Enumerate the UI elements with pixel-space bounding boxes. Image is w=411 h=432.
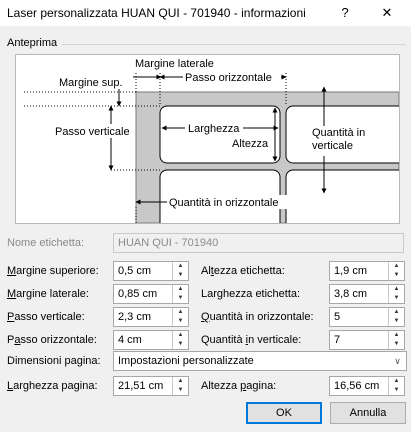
page-width-value: 21,51 cm — [118, 380, 164, 392]
spin-up-icon[interactable]: ▲ — [173, 308, 188, 317]
left-measure-value: 2,3 cm — [118, 311, 152, 323]
vertical-pitch-caption: Passo verticale — [55, 126, 130, 138]
width-caption: Larghezza — [188, 123, 240, 135]
left-measure-stepper[interactable]: ▲ ▼ — [172, 262, 188, 280]
top-margin-caption: Margine sup. — [59, 77, 123, 89]
left-measure-field[interactable]: 2,3 cm ▲ ▼ — [113, 307, 189, 327]
left-measure-label: Passo orizzontale: — [7, 334, 97, 346]
spin-down-icon[interactable]: ▼ — [173, 294, 188, 303]
spin-down-icon[interactable]: ▼ — [389, 317, 404, 326]
spin-down-icon[interactable]: ▼ — [173, 271, 188, 280]
spin-up-icon[interactable]: ▲ — [173, 262, 188, 271]
preview-panel: Margine laterale Margine sup. Passo oriz… — [15, 54, 407, 231]
spin-down-icon[interactable]: ▼ — [389, 340, 404, 349]
spin-down-icon[interactable]: ▼ — [389, 294, 404, 303]
spin-up-icon[interactable]: ▲ — [173, 285, 188, 294]
right-measure-field[interactable]: 3,8 cm ▲ ▼ — [329, 284, 405, 304]
spin-up-icon[interactable]: ▲ — [389, 285, 404, 294]
number-down-caption-2: verticale — [312, 140, 353, 152]
right-measure-stepper[interactable]: ▲ ▼ — [388, 262, 404, 280]
title-bar: Laser personalizzata HUAN QUI - 701940 -… — [0, 0, 411, 26]
page-width-field[interactable]: 21,51 cm ▲ ▼ — [113, 376, 189, 396]
left-measure-value: 0,85 cm — [118, 288, 158, 300]
label-layout-diagram: Margine laterale Margine sup. Passo oriz… — [24, 58, 407, 231]
window-title: Laser personalizzata HUAN QUI - 701940 -… — [7, 6, 306, 20]
right-measure-value: 7 — [334, 334, 341, 346]
page-height-label: Altezza pagina: — [201, 380, 277, 392]
group-divider — [62, 44, 406, 45]
right-measure-label: Quantità in verticale: — [201, 334, 302, 346]
chevron-down-icon[interactable]: ∨ — [389, 352, 406, 370]
page-size-label: Dimensioni pagina: — [7, 355, 101, 367]
left-measure-value: 0,5 cm — [118, 265, 152, 277]
horizontal-pitch-caption: Passo orizzontale — [185, 72, 272, 84]
number-down-caption-1: Quantità in — [312, 127, 365, 139]
right-measure-field[interactable]: 5 ▲ ▼ — [329, 307, 405, 327]
left-measure-label: Margine laterale: — [7, 288, 89, 300]
right-measure-label: Altezza etichetta: — [201, 265, 285, 277]
spin-up-icon[interactable]: ▲ — [389, 262, 404, 271]
spin-up-icon[interactable]: ▲ — [173, 331, 188, 340]
spin-up-icon[interactable]: ▲ — [173, 377, 188, 386]
left-measure-stepper[interactable]: ▲ ▼ — [172, 331, 188, 349]
left-measure-field[interactable]: 4 cm ▲ ▼ — [113, 330, 189, 350]
page-width-stepper[interactable]: ▲ ▼ — [172, 377, 188, 395]
spin-up-icon[interactable]: ▲ — [389, 331, 404, 340]
help-icon[interactable]: ? — [332, 2, 358, 24]
page-width-label: Larghezza pagina: — [7, 380, 98, 392]
cancel-button[interactable]: Annulla — [330, 402, 406, 424]
spin-down-icon[interactable]: ▼ — [173, 386, 188, 395]
label-name-field: HUAN QUI - 701940 — [113, 233, 404, 253]
right-measure-field[interactable]: 7 ▲ ▼ — [329, 330, 405, 350]
ok-button[interactable]: OK — [246, 402, 322, 424]
left-measure-stepper[interactable]: ▲ ▼ — [172, 308, 188, 326]
right-measure-value: 1,9 cm — [334, 265, 368, 277]
right-measure-label: Quantità in orizzontale: — [201, 311, 314, 323]
left-measure-value: 4 cm — [118, 334, 142, 346]
right-measure-value: 3,8 cm — [334, 288, 368, 300]
page-size-select[interactable]: Impostazioni personalizzate ∨ — [113, 351, 407, 371]
page-size-value: Impostazioni personalizzate — [118, 355, 254, 367]
page-height-field[interactable]: 16,56 cm ▲ ▼ — [329, 376, 405, 396]
preview-group-label: Anteprima — [7, 37, 58, 49]
label-name-label: Nome etichetta: — [7, 237, 85, 249]
right-measure-field[interactable]: 1,9 cm ▲ ▼ — [329, 261, 405, 281]
number-across-caption: Quantità in orizzontale — [169, 197, 278, 209]
right-measure-stepper[interactable]: ▲ ▼ — [388, 331, 404, 349]
page-height-value: 16,56 cm — [334, 380, 380, 392]
left-measure-field[interactable]: 0,85 cm ▲ ▼ — [113, 284, 189, 304]
left-measure-stepper[interactable]: ▲ ▼ — [172, 285, 188, 303]
close-icon[interactable]: ✕ — [374, 2, 400, 24]
right-measure-label: Larghezza etichetta: — [201, 288, 301, 300]
spin-up-icon[interactable]: ▲ — [389, 308, 404, 317]
spin-down-icon[interactable]: ▼ — [173, 340, 188, 349]
label-name-value: HUAN QUI - 701940 — [118, 237, 219, 249]
spin-down-icon[interactable]: ▼ — [389, 271, 404, 280]
height-caption: Altezza — [232, 138, 269, 150]
spin-down-icon[interactable]: ▼ — [173, 317, 188, 326]
page-height-stepper[interactable]: ▲ ▼ — [388, 377, 404, 395]
spin-down-icon[interactable]: ▼ — [389, 386, 404, 395]
side-margin-caption: Margine laterale — [135, 58, 214, 70]
right-measure-value: 5 — [334, 311, 341, 323]
left-measure-label: Margine superiore: — [7, 265, 99, 277]
left-measure-field[interactable]: 0,5 cm ▲ ▼ — [113, 261, 189, 281]
spin-up-icon[interactable]: ▲ — [389, 377, 404, 386]
left-measure-label: Passo verticale: — [7, 311, 85, 323]
label-shape — [285, 169, 407, 231]
right-measure-stepper[interactable]: ▲ ▼ — [388, 308, 404, 326]
right-measure-stepper[interactable]: ▲ ▼ — [388, 285, 404, 303]
